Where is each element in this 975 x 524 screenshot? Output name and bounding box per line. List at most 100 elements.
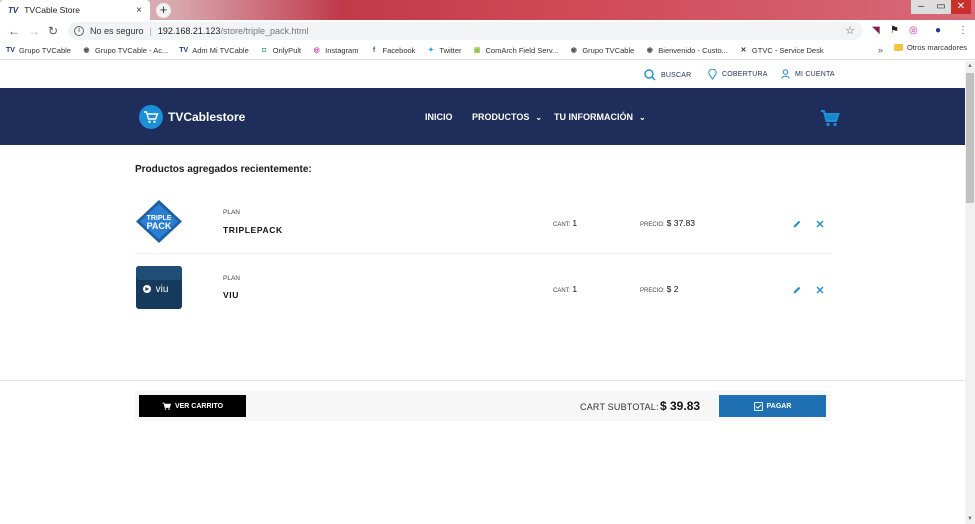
browser-titlebar: TV TVCable Store × + – ▭ ✕: [0, 0, 975, 20]
address-bar-row: ← → ↻ i No es seguro | 192.168.21.123/st…: [0, 20, 975, 42]
reload-icon[interactable]: ↻: [48, 24, 58, 38]
bookmark-item[interactable]: ◉ Grupo TVCable: [569, 46, 635, 55]
brand-logo[interactable]: TVCablestore: [139, 105, 245, 129]
cart-icon: [162, 402, 171, 410]
more-bookmarks-icon[interactable]: »: [878, 45, 883, 55]
nav-tu-informacion[interactable]: TU INFORMACIÓN ⌄: [554, 112, 646, 122]
pay-button[interactable]: PAGAR: [719, 395, 826, 417]
maximize-icon[interactable]: ▭: [931, 0, 951, 14]
bookmark-item[interactable]: TV Adm Mi TVCable: [179, 46, 249, 55]
folder-icon: [893, 44, 903, 51]
bookmark-label: Twitter: [439, 46, 462, 55]
plan-name: TRIPLEPACK: [223, 225, 283, 235]
bookmark-label: Instagram: [325, 46, 359, 55]
back-icon[interactable]: ←: [8, 24, 20, 38]
scroll-down-icon[interactable]: ▼: [967, 516, 973, 522]
tab-close-icon[interactable]: ×: [136, 5, 142, 16]
subtotal-value: $ 39.83: [660, 399, 701, 413]
cart-content: Productos agregados recientemente: TRIPL…: [0, 145, 965, 421]
info-icon[interactable]: i: [74, 26, 84, 36]
coverage-link[interactable]: COBERTURA: [708, 69, 768, 80]
price: PRECIO: $ 2: [640, 284, 679, 294]
utility-bar: BUSCAR COBERTURA MI CUENTA: [0, 61, 965, 88]
bookmark-favicon-icon: ◉: [83, 47, 90, 54]
pencil-icon[interactable]: [792, 219, 802, 229]
cart-item: TRIPLE PACK PLAN TRIPLEPACK CANT: 1 PRECI…: [135, 189, 831, 254]
bookmark-label: OnlyPult: [272, 46, 302, 55]
bookmark-favicon-icon: ▣: [473, 47, 481, 54]
nav-productos-label: PRODUCTOS: [472, 112, 530, 122]
pay-label: PAGAR: [766, 402, 792, 410]
profile-avatar-icon[interactable]: ●: [935, 25, 941, 36]
quantity-value: 1: [572, 284, 578, 294]
view-cart-label: VER CARRITO: [174, 402, 224, 410]
bookmark-item[interactable]: TV Grupo TVCable: [6, 46, 71, 55]
close-icon[interactable]: [815, 219, 825, 229]
url-input[interactable]: i No es seguro | 192.168.21.123/store/tr…: [68, 22, 863, 40]
recent-products-heading: Productos agregados recientemente:: [135, 164, 312, 175]
bookmark-favicon-icon: ◉: [570, 47, 577, 54]
bookmark-item[interactable]: ◎ Instagram: [312, 46, 359, 55]
plan-type-label: PLAN: [223, 275, 240, 282]
viu-image: viu: [136, 266, 182, 309]
plan-type-label: PLAN: [223, 209, 240, 216]
scrollbar-thumb[interactable]: [966, 73, 974, 203]
close-icon[interactable]: [815, 285, 825, 295]
bookmark-item[interactable]: ◘ OnlyPult: [260, 46, 301, 55]
nav-inicio[interactable]: INICIO: [425, 112, 453, 122]
bookmark-item[interactable]: ◉ Grupo TVCable - Ac...: [82, 46, 168, 55]
browser-tab[interactable]: TV TVCable Store ×: [0, 0, 150, 20]
price-value: $ 2: [666, 284, 679, 294]
bookmark-label: Grupo TVCable: [582, 46, 635, 55]
forward-icon[interactable]: →: [28, 24, 40, 38]
cart-summary-bar: VER CARRITO CART SUBTOTAL: $ 39.83 PAGAR: [135, 391, 831, 421]
bookmark-favicon-icon: ◘: [262, 47, 267, 54]
bookmark-favicon-icon: ◎: [313, 47, 320, 54]
page-scrollbar[interactable]: ▲ ▼: [965, 61, 975, 524]
bookmark-item[interactable]: ▣ ComArch Field Serv...: [473, 46, 559, 55]
extension-icon-2[interactable]: ⚑: [890, 25, 899, 36]
bookmark-label: Adm Mi TVCable: [192, 46, 249, 55]
extension-icon-1[interactable]: ◥: [872, 25, 880, 36]
tab-title: TVCable Store: [24, 5, 80, 15]
pencil-icon[interactable]: [792, 285, 802, 295]
viu-image-text: viu: [156, 284, 169, 295]
tab-favicon: TV: [8, 5, 19, 15]
bookmark-label: GTVC - Service Desk: [751, 46, 824, 55]
url-separator: |: [149, 26, 152, 36]
window-close-icon[interactable]: ✕: [951, 0, 971, 14]
price-value: $ 37.83: [666, 218, 696, 228]
bookmarks-bar: TV Grupo TVCable ◉ Grupo TVCable - Ac... TV A…: [0, 42, 975, 60]
new-tab-button[interactable]: +: [156, 3, 171, 18]
bookmark-item[interactable]: f Facebook: [369, 46, 416, 55]
bookmark-star-icon[interactable]: ☆: [845, 24, 855, 37]
nav-productos[interactable]: PRODUCTOS ⌄: [472, 112, 542, 122]
url-path: /store/triple_pack.html: [220, 26, 309, 36]
other-bookmarks[interactable]: Otros marcadores: [893, 43, 967, 52]
bookmark-favicon-icon: ◉: [646, 47, 653, 54]
browser-menu-icon[interactable]: ⋮: [958, 25, 968, 36]
coverage-label: COBERTURA: [722, 71, 768, 78]
bookmark-label: Bienvenido - Custo...: [658, 46, 728, 55]
extension-icon-3[interactable]: ◎: [909, 25, 918, 36]
bookmark-item[interactable]: ◉ Bienvenido - Custo...: [645, 46, 728, 55]
bookmark-favicon-icon: TV: [6, 47, 15, 54]
chevron-down-icon: ⌄: [639, 112, 646, 122]
chevron-down-icon: ⌄: [535, 112, 543, 122]
shopping-cart-icon[interactable]: [820, 109, 840, 127]
bookmark-item[interactable]: ✕ GTVC - Service Desk: [739, 46, 824, 55]
bookmark-favicon-icon: ✦: [427, 47, 434, 54]
brand-name: TVCablestore: [168, 110, 246, 124]
bookmark-label: Grupo TVCable - Ac...: [94, 46, 169, 55]
main-navbar: TVCablestore INICIO PRODUCTOS ⌄ TU INFOR…: [0, 88, 965, 145]
bookmark-item[interactable]: ✦ Twitter: [426, 46, 462, 55]
search-link[interactable]: BUSCAR: [644, 69, 691, 81]
page-viewport: BUSCAR COBERTURA MI CUENTA TVCablestore …: [0, 61, 965, 524]
scroll-up-icon[interactable]: ▲: [967, 63, 973, 69]
bookmark-label: ComArch Field Serv...: [485, 46, 559, 55]
bookmark-label: Grupo TVCable: [19, 46, 71, 55]
account-link[interactable]: MI CUENTA: [781, 69, 835, 79]
triplepack-image: TRIPLE PACK: [136, 200, 182, 243]
minimize-icon[interactable]: –: [911, 0, 931, 14]
view-cart-button[interactable]: VER CARRITO: [139, 395, 246, 417]
